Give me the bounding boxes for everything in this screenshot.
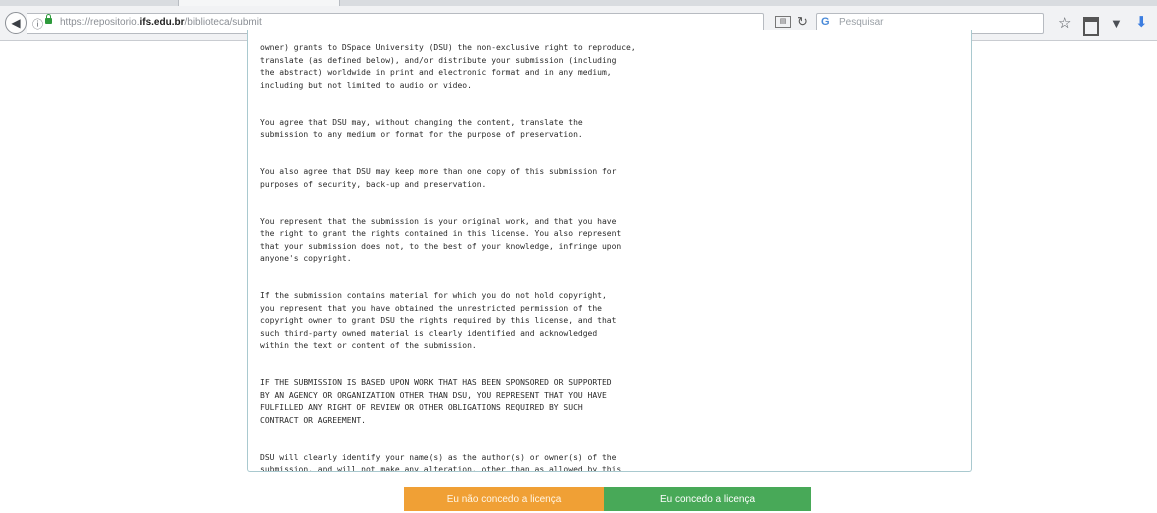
license-paragraph: You represent that the submission is you…	[260, 217, 622, 264]
reload-icon[interactable]: ↻	[797, 14, 808, 30]
reader-view-icon[interactable]: ▤	[775, 16, 791, 28]
info-icon[interactable]: ⓘ	[32, 16, 43, 32]
license-text: owner) grants to DSpace University (DSU)…	[260, 30, 960, 472]
license-paragraph: DSU will clearly identify your name(s) a…	[260, 452, 622, 472]
library-icon[interactable]	[1083, 17, 1099, 36]
download-icon[interactable]: ⬇	[1135, 13, 1148, 31]
bookmark-star-icon[interactable]: ☆	[1058, 14, 1071, 32]
license-text-box[interactable]: owner) grants to DSpace University (DSU)…	[247, 30, 972, 472]
search-engine-icon[interactable]: G	[821, 16, 830, 28]
lock-icon	[45, 14, 52, 24]
license-paragraph: IF THE SUBMISSION IS BASED UPON WORK THA…	[260, 378, 612, 425]
decline-license-button[interactable]: Eu não concedo a licença	[404, 487, 604, 511]
license-paragraph: You agree that DSU may, without changing…	[260, 117, 583, 140]
back-button[interactable]: ◀	[5, 12, 27, 34]
search-placeholder: Pesquisar	[839, 17, 884, 28]
arrow-left-icon: ◀	[11, 16, 21, 30]
license-paragraph: owner) grants to DSpace University (DSU)…	[260, 43, 636, 90]
license-paragraph: If the submission contains material for …	[260, 291, 617, 351]
pocket-icon[interactable]: ▼	[1110, 16, 1123, 31]
accept-license-button[interactable]: Eu concedo a licença	[604, 487, 811, 511]
url-text: https://repositorio.ifs.edu.br/bibliotec…	[60, 17, 262, 28]
license-paragraph: You also agree that DSU may keep more th…	[260, 167, 617, 189]
